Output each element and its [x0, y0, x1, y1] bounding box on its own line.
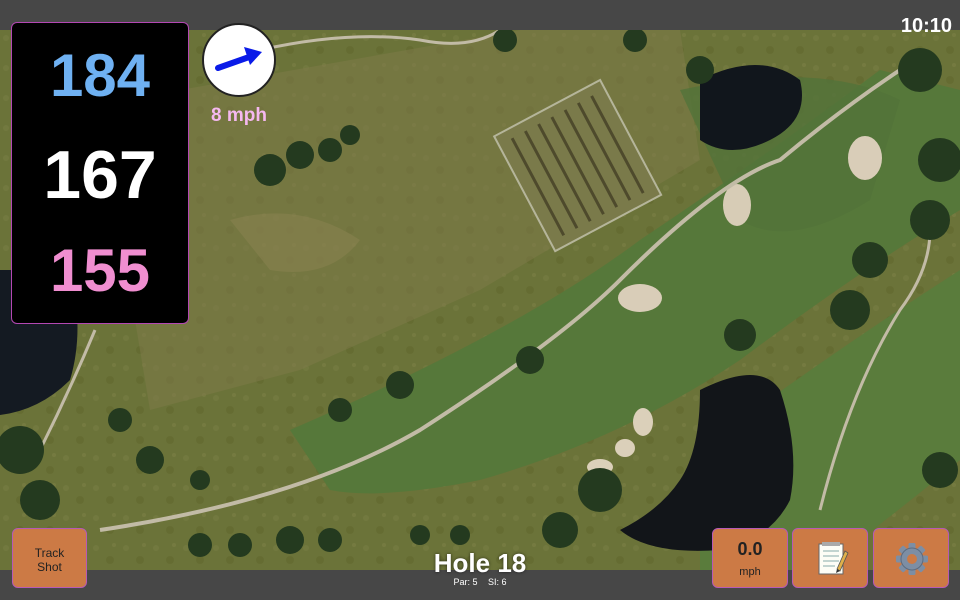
hole-stroke-index: SI: 6	[488, 577, 507, 587]
track-shot-button[interactable]: Track Shot	[12, 528, 87, 588]
track-shot-label: Track Shot	[34, 546, 65, 574]
speed-button[interactable]: 0.0 mph	[712, 528, 788, 588]
notes-button[interactable]	[792, 528, 868, 588]
distance-front: 155	[49, 237, 151, 304]
hole-title: Hole 18	[433, 548, 527, 578]
hole-info: Par: 5 SI: 6	[380, 577, 580, 587]
hole-par: Par: 5	[453, 577, 478, 587]
speed-value: 0.0	[737, 539, 763, 559]
speed-unit: mph	[739, 566, 761, 578]
wind-indicator	[202, 23, 276, 97]
distance-back: 184	[49, 42, 151, 109]
clock: 10:10	[900, 15, 952, 37]
wind-speed: 8 mph	[211, 105, 267, 126]
notepad-icon	[818, 542, 849, 575]
distance-middle: 167	[43, 137, 157, 213]
distance-panel: 184 167 155	[11, 22, 189, 324]
arrow-icon	[215, 47, 262, 71]
gear-icon	[896, 543, 928, 575]
settings-button[interactable]	[873, 528, 949, 588]
